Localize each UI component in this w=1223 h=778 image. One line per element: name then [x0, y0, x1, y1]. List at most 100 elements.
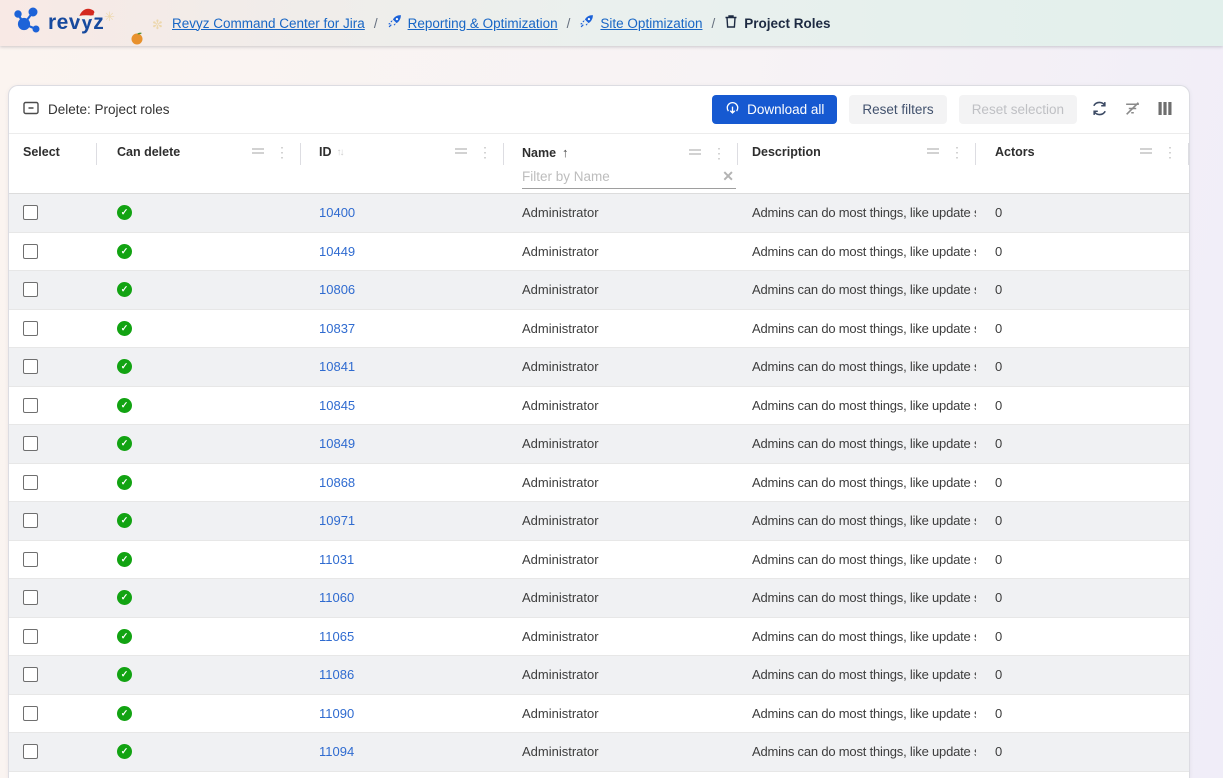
id-link[interactable]: 10849: [319, 436, 355, 451]
column-header-id[interactable]: ID ↑↓ ⋮: [301, 134, 504, 193]
breadcrumb-item-reporting: Reporting & Optimization: [387, 14, 558, 32]
column-more-icon[interactable]: ⋮: [712, 148, 726, 158]
revyz-logo[interactable]: revyz ✳ ✼: [12, 5, 160, 42]
row-checkbox[interactable]: [23, 667, 38, 682]
name-cell: Administrator: [504, 464, 738, 502]
column-more-icon[interactable]: ⋮: [950, 147, 964, 157]
id-cell: 10868: [301, 464, 504, 502]
name-cell: Administrator: [504, 656, 738, 694]
id-link[interactable]: 10400: [319, 205, 355, 220]
id-cell: 11090: [301, 695, 504, 733]
select-cell: [9, 541, 97, 579]
clear-filter-icon[interactable]: ✕: [722, 168, 734, 185]
description-text: Admins can do most things, like update s…: [752, 552, 976, 567]
check-circle-icon: ✓: [117, 552, 132, 567]
breadcrumb-link-command-center[interactable]: Revyz Command Center for Jira: [172, 16, 365, 31]
id-link[interactable]: 10449: [319, 244, 355, 259]
column-label-can-delete: Can delete: [117, 145, 180, 159]
name-filter-input[interactable]: [522, 167, 736, 188]
row-checkbox[interactable]: [23, 513, 38, 528]
actors-cell: 0: [976, 425, 1189, 463]
id-link[interactable]: 10845: [319, 398, 355, 413]
row-checkbox[interactable]: [23, 552, 38, 567]
columns-button[interactable]: [1155, 99, 1175, 121]
row-checkbox[interactable]: [23, 205, 38, 220]
column-menu-icon[interactable]: [688, 146, 702, 160]
breadcrumb-link-site-optimization[interactable]: Site Optimization: [600, 16, 702, 31]
select-cell: [9, 695, 97, 733]
table-toolbar: Delete: Project roles Download all Reset…: [9, 86, 1189, 134]
breadcrumb: Revyz Command Center for Jira / Reportin…: [172, 14, 831, 32]
id-link[interactable]: 10806: [319, 282, 355, 297]
id-link[interactable]: 11086: [319, 667, 354, 682]
id-link[interactable]: 11031: [319, 552, 354, 567]
row-checkbox[interactable]: [23, 475, 38, 490]
table-row: ✓ 11060 Administrator Admins can do most…: [9, 579, 1189, 618]
select-cell: [9, 194, 97, 232]
column-menu-icon[interactable]: [1139, 145, 1153, 159]
description-text: Admins can do most things, like update s…: [752, 244, 976, 259]
filter-off-icon: [1124, 100, 1141, 120]
id-link[interactable]: 11065: [319, 629, 354, 644]
actors-cell: 0: [976, 541, 1189, 579]
name-cell: Administrator: [504, 425, 738, 463]
row-checkbox[interactable]: [23, 359, 38, 374]
id-link[interactable]: 10841: [319, 359, 355, 374]
select-cell: [9, 425, 97, 463]
id-link[interactable]: 11094: [319, 744, 354, 759]
breadcrumb-link-reporting[interactable]: Reporting & Optimization: [408, 16, 558, 31]
actors-cell: 0: [976, 733, 1189, 771]
id-link[interactable]: 11060: [319, 590, 354, 605]
column-header-name[interactable]: Name ↑ ⋮ ✕: [504, 134, 738, 193]
check-circle-icon: ✓: [117, 436, 132, 451]
column-more-icon[interactable]: ⋮: [275, 147, 289, 157]
id-link[interactable]: 10868: [319, 475, 355, 490]
up-arrow-icon: ↑: [562, 145, 569, 160]
column-menu-icon[interactable]: [454, 145, 468, 159]
table-row: ✓ 10971 Administrator Admins can do most…: [9, 502, 1189, 541]
description-text: Admins can do most things, like update s…: [752, 282, 976, 297]
id-cell: 10971: [301, 502, 504, 540]
column-menu-icon[interactable]: [251, 145, 265, 159]
description-cell: Admins can do most things, like update s…: [738, 579, 976, 617]
name-cell: Administrator: [504, 618, 738, 656]
check-circle-icon: ✓: [117, 359, 132, 374]
id-link[interactable]: 10971: [319, 513, 355, 528]
id-link[interactable]: 10837: [319, 321, 355, 336]
can-delete-cell: ✓: [97, 348, 301, 386]
download-all-button[interactable]: Download all: [712, 95, 837, 124]
reset-selection-label: Reset selection: [972, 102, 1064, 117]
download-circle-icon: [725, 101, 740, 119]
row-checkbox[interactable]: [23, 629, 38, 644]
reset-selection-button[interactable]: Reset selection: [959, 95, 1077, 124]
actors-cell: 0: [976, 579, 1189, 617]
row-checkbox[interactable]: [23, 321, 38, 336]
id-cell: 10845: [301, 387, 504, 425]
actors-cell: 0: [976, 271, 1189, 309]
columns-icon: [1157, 101, 1173, 119]
row-checkbox[interactable]: [23, 244, 38, 259]
rocket-icon: [579, 14, 594, 32]
refresh-button[interactable]: [1089, 98, 1110, 122]
row-checkbox[interactable]: [23, 744, 38, 759]
id-link[interactable]: 11090: [319, 706, 354, 721]
table-row: ✓ 11065 Administrator Admins can do most…: [9, 618, 1189, 657]
column-menu-icon[interactable]: [926, 145, 940, 159]
row-checkbox[interactable]: [23, 398, 38, 413]
clear-filters-button[interactable]: [1122, 98, 1143, 122]
select-cell: [9, 579, 97, 617]
row-checkbox[interactable]: [23, 590, 38, 605]
name-cell: Administrator: [504, 541, 738, 579]
description-text: Admins can do most things, like update s…: [752, 744, 976, 759]
row-checkbox[interactable]: [23, 436, 38, 451]
actors-cell: 0: [976, 695, 1189, 733]
column-more-icon[interactable]: ⋮: [1163, 147, 1177, 157]
row-checkbox[interactable]: [23, 282, 38, 297]
table-row: ✓ 10400 Administrator Admins can do most…: [9, 194, 1189, 233]
select-cell: [9, 733, 97, 771]
column-more-icon[interactable]: ⋮: [478, 147, 492, 157]
sort-both-icon: ↑↓: [337, 147, 343, 158]
row-checkbox[interactable]: [23, 706, 38, 721]
reset-filters-button[interactable]: Reset filters: [849, 95, 946, 124]
select-cell: [9, 618, 97, 656]
